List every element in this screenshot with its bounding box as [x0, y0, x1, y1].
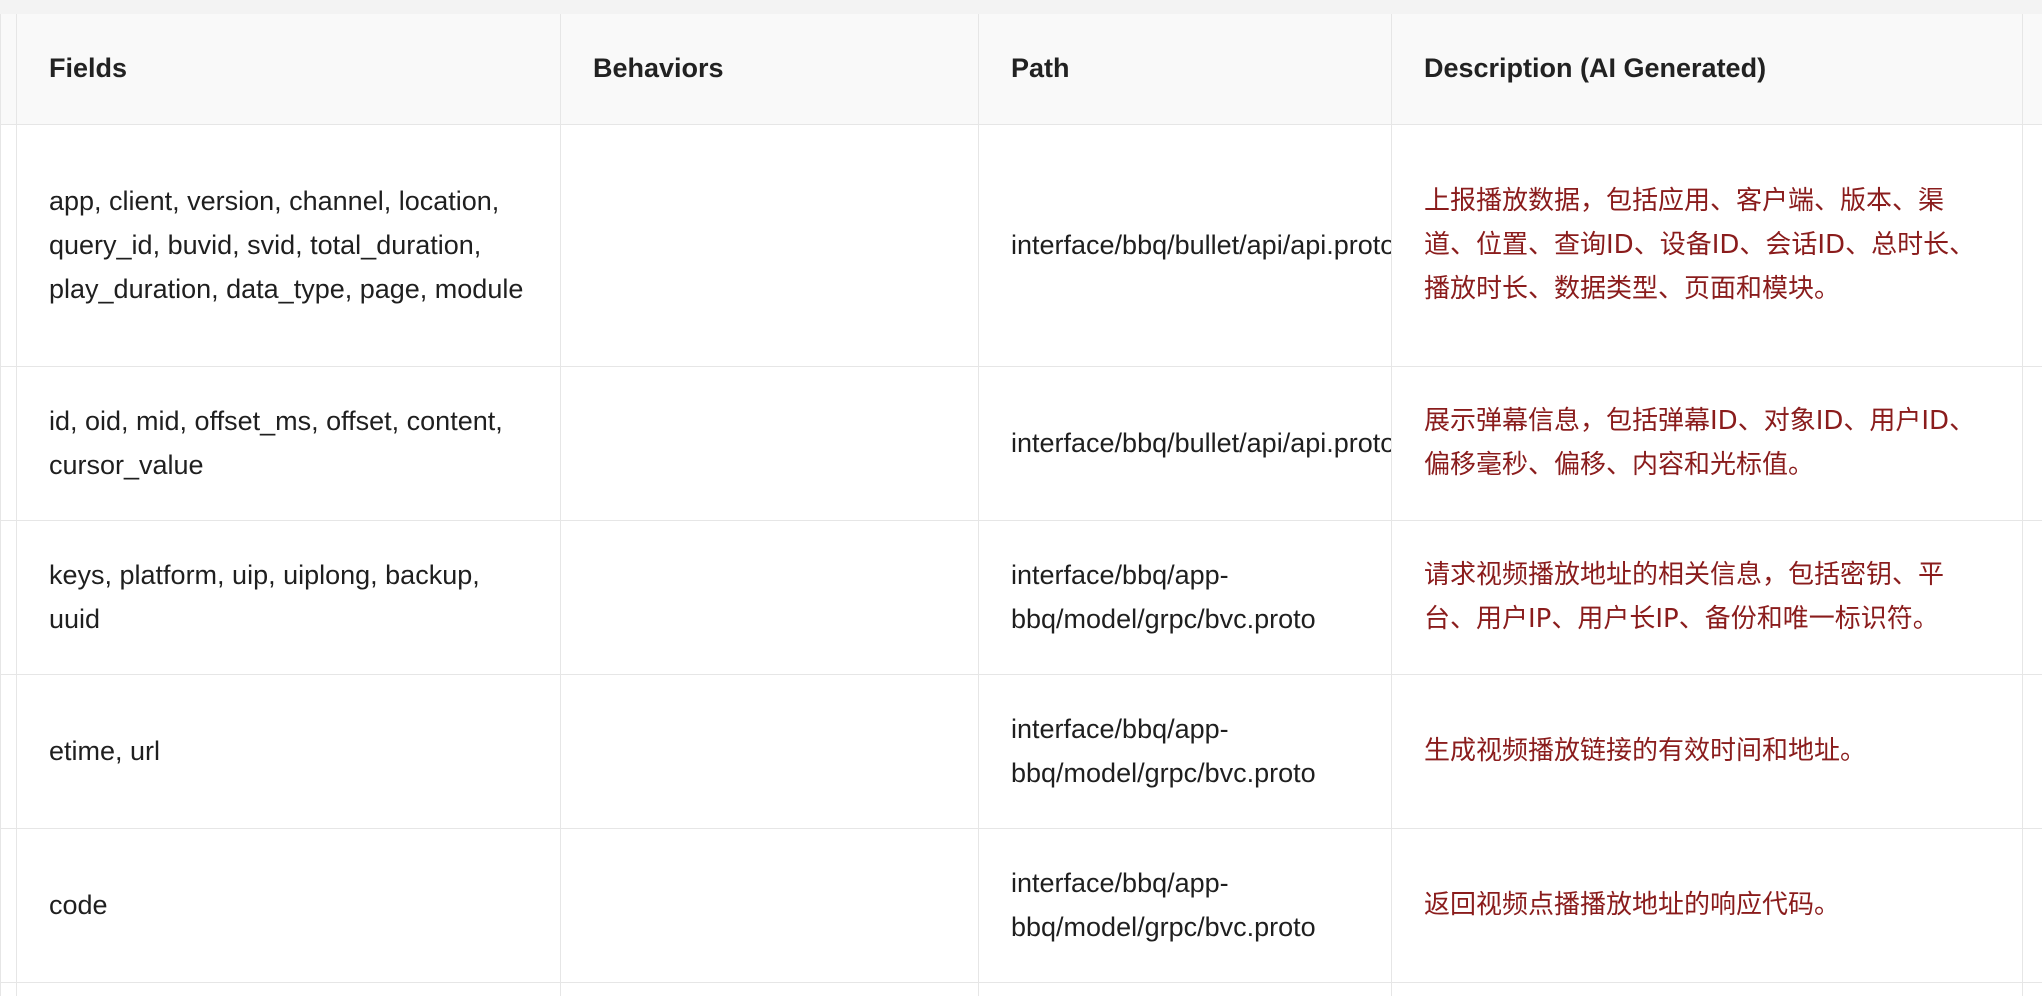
description-cell: 返回视频点播播放地址的响应代码。 [1391, 828, 2023, 983]
fields-cell: app, client, version, channel, location,… [16, 124, 561, 367]
fields-cell: code [16, 828, 561, 983]
fields-cell: keys, platform, uip, uiplong, backup, uu… [16, 520, 561, 675]
table-row[interactable]: code interface/bbq/app-bbq/model/grpc/bv… [0, 828, 2042, 983]
fields-cell-partial [16, 982, 561, 996]
data-table-page: Fields Behaviors Path Description (AI Ge… [0, 0, 2042, 996]
table-row[interactable]: keys, platform, uip, uiplong, backup, uu… [0, 520, 2042, 675]
behaviors-cell [560, 366, 979, 521]
path-cell: interface/bbq/app-bbq/model/grpc/bvc.pro… [978, 674, 1392, 829]
column-header-description[interactable]: Description (AI Generated) [1391, 14, 2023, 125]
fields-table: Fields Behaviors Path Description (AI Ge… [0, 14, 2042, 996]
row-tail-cell [2022, 674, 2042, 829]
row-edge-cell [0, 520, 17, 675]
behaviors-cell-partial [560, 982, 979, 996]
row-edge-cell [0, 14, 17, 125]
row-tail-cell [2022, 14, 2042, 125]
table-header-row: Fields Behaviors Path Description (AI Ge… [0, 14, 2042, 125]
fields-cell: id, oid, mid, offset_ms, offset, content… [16, 366, 561, 521]
row-edge-cell [0, 674, 17, 829]
column-header-fields[interactable]: Fields [16, 14, 561, 125]
path-cell: interface/bbq/app-bbq/model/grpc/bvc.pro… [978, 828, 1392, 983]
top-strip [0, 0, 2042, 15]
table-row-partial [0, 982, 2042, 996]
path-cell: interface/bbq/bullet/api/api.proto [978, 124, 1392, 367]
row-edge-cell [0, 982, 17, 996]
behaviors-cell [560, 674, 979, 829]
behaviors-cell [560, 520, 979, 675]
path-cell: interface/bbq/app-bbq/model/grpc/bvc.pro… [978, 520, 1392, 675]
path-cell-partial [978, 982, 1392, 996]
row-edge-cell [0, 828, 17, 983]
description-cell: 上报播放数据，包括应用、客户端、版本、渠道、位置、查询ID、设备ID、会话ID、… [1391, 124, 2023, 367]
description-cell-partial [1391, 982, 2023, 996]
row-edge-cell [0, 124, 17, 367]
row-tail-cell [2022, 124, 2042, 367]
path-cell: interface/bbq/bullet/api/api.proto [978, 366, 1392, 521]
fields-cell: etime, url [16, 674, 561, 829]
row-tail-cell [2022, 982, 2042, 996]
column-header-behaviors[interactable]: Behaviors [560, 14, 979, 125]
description-cell: 请求视频播放地址的相关信息，包括密钥、平台、用户IP、用户长IP、备份和唯一标识… [1391, 520, 2023, 675]
table-row[interactable]: app, client, version, channel, location,… [0, 124, 2042, 367]
table-row[interactable]: etime, url interface/bbq/app-bbq/model/g… [0, 674, 2042, 829]
row-tail-cell [2022, 828, 2042, 983]
description-cell: 生成视频播放链接的有效时间和地址。 [1391, 674, 2023, 829]
description-cell: 展示弹幕信息，包括弹幕ID、对象ID、用户ID、偏移毫秒、偏移、内容和光标值。 [1391, 366, 2023, 521]
behaviors-cell [560, 124, 979, 367]
row-tail-cell [2022, 366, 2042, 521]
row-tail-cell [2022, 520, 2042, 675]
behaviors-cell [560, 828, 979, 983]
row-edge-cell [0, 366, 17, 521]
table-row[interactable]: id, oid, mid, offset_ms, offset, content… [0, 366, 2042, 521]
column-header-path[interactable]: Path [978, 14, 1392, 125]
